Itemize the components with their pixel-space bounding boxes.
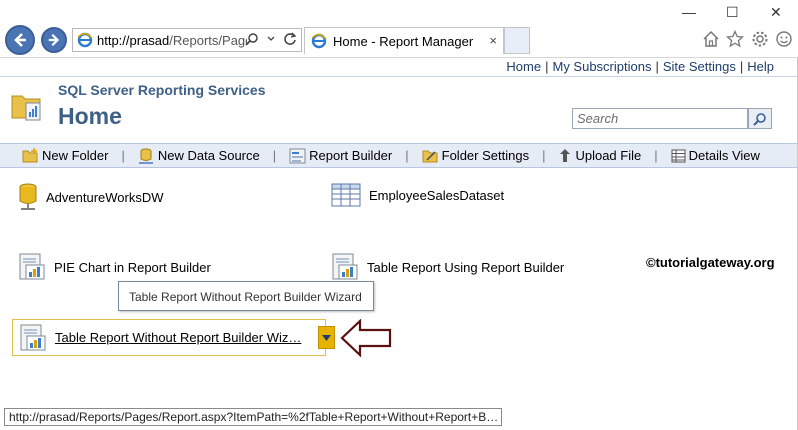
new-data-source-icon bbox=[138, 148, 153, 164]
new-data-source-button[interactable]: New Data Source bbox=[138, 148, 260, 164]
refresh-icon[interactable] bbox=[283, 32, 297, 46]
back-button[interactable] bbox=[5, 25, 35, 55]
watermark: ©tutorialgateway.org bbox=[646, 255, 775, 270]
item-adventureworksdw[interactable]: AdventureWorksDW bbox=[18, 183, 164, 211]
header-divider bbox=[0, 76, 798, 77]
upload-file-button[interactable]: Upload File bbox=[558, 148, 641, 164]
pointer-arrow-annotation bbox=[340, 319, 392, 357]
details-view-icon bbox=[671, 149, 686, 162]
report-builder-icon bbox=[289, 148, 306, 163]
settings-gear-icon[interactable] bbox=[751, 30, 769, 48]
ie-page-icon bbox=[77, 32, 93, 48]
service-name: SQL Server Reporting Services bbox=[58, 82, 266, 98]
forward-button[interactable] bbox=[41, 27, 67, 53]
folder-settings-icon bbox=[422, 150, 438, 163]
status-bar-url: http://prasad/Reports/Pages/Report.aspx?… bbox=[4, 408, 502, 426]
maximize-button[interactable]: ☐ bbox=[726, 4, 739, 21]
search-button[interactable] bbox=[748, 108, 772, 129]
item-tooltip: Table Report Without Report Builder Wiza… bbox=[118, 281, 374, 311]
upload-file-icon bbox=[560, 148, 571, 162]
item-employeesalesdataset[interactable]: EmployeeSalesDataset bbox=[331, 183, 504, 207]
search-input[interactable] bbox=[572, 108, 748, 129]
page-title: Home bbox=[58, 103, 122, 129]
link-help[interactable]: Help bbox=[747, 59, 774, 74]
back-arrow-icon bbox=[14, 33, 26, 47]
minimize-button[interactable]: — bbox=[682, 4, 696, 20]
item-table-report-without-wizard[interactable]: Table Report Without Report Builder Wiz… bbox=[12, 319, 335, 356]
browser-chrome: http://prasad/Reports/Pages Home - Repor… bbox=[0, 0, 798, 58]
feedback-smiley-icon[interactable] bbox=[775, 30, 793, 48]
link-my-subscriptions[interactable]: My Subscriptions bbox=[552, 59, 651, 74]
report-manager-toolbar: New Folder | New Data Source | Report Bu… bbox=[0, 143, 798, 168]
address-bar[interactable]: http://prasad/Reports/Pages bbox=[72, 28, 302, 52]
report-icon bbox=[20, 324, 46, 350]
close-window-button[interactable]: ✕ bbox=[770, 4, 782, 21]
item-table-report-using-builder[interactable]: Table Report Using Report Builder bbox=[331, 253, 564, 281]
home-folder-icon bbox=[11, 95, 41, 121]
home-icon[interactable] bbox=[702, 30, 720, 48]
browser-tab[interactable]: Home - Report Manager × bbox=[304, 27, 504, 54]
new-tab-button[interactable] bbox=[504, 27, 530, 54]
folder-settings-button[interactable]: Folder Settings bbox=[422, 148, 529, 163]
link-home[interactable]: Home bbox=[506, 59, 541, 74]
address-text[interactable]: http://prasad/Reports/Pages bbox=[97, 33, 247, 48]
selected-item-link[interactable]: Table Report Without Report Builder Wiz… bbox=[55, 330, 301, 345]
forward-arrow-icon bbox=[48, 33, 60, 47]
report-icon bbox=[19, 253, 45, 280]
new-folder-icon bbox=[22, 148, 38, 163]
dropdown-icon[interactable] bbox=[267, 32, 275, 46]
top-links: Home | My Subscriptions | Site Settings | Help bbox=[506, 59, 774, 74]
link-site-settings[interactable]: Site Settings bbox=[663, 59, 736, 74]
ie-tab-icon bbox=[311, 33, 327, 49]
tab-title: Home - Report Manager bbox=[333, 33, 474, 49]
search-icon bbox=[753, 112, 766, 126]
chevron-down-icon bbox=[322, 334, 331, 341]
report-builder-button[interactable]: Report Builder bbox=[289, 148, 392, 164]
data-source-icon bbox=[19, 183, 37, 210]
dataset-icon bbox=[331, 183, 361, 207]
report-icon bbox=[332, 253, 358, 280]
details-view-button[interactable]: Details View bbox=[671, 148, 760, 163]
new-folder-button[interactable]: New Folder bbox=[22, 148, 108, 163]
search-icon[interactable] bbox=[245, 32, 259, 46]
item-context-menu-button[interactable] bbox=[318, 326, 335, 349]
tab-close-icon[interactable]: × bbox=[489, 33, 497, 48]
favorites-star-icon[interactable] bbox=[726, 30, 744, 48]
item-pie-chart-report[interactable]: PIE Chart in Report Builder bbox=[18, 253, 211, 281]
